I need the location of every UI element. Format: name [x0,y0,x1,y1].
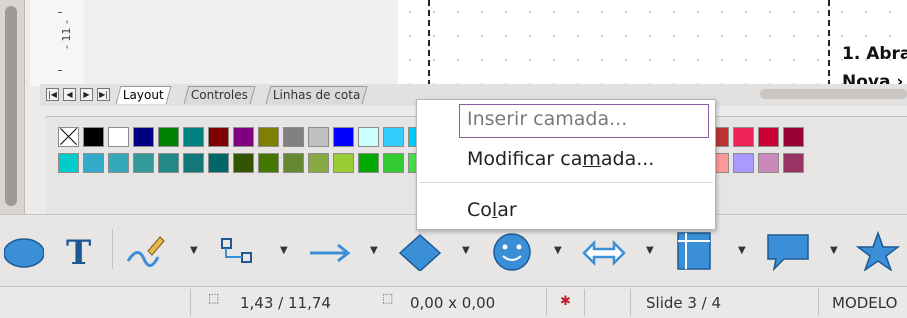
chevron-down-icon[interactable]: ▼ [462,245,470,256]
vertical-ruler: - 11 - [30,0,85,86]
color-swatch[interactable] [333,127,354,147]
guide-line [828,0,830,86]
tab-layout[interactable]: Layout [115,86,172,104]
diamond-icon[interactable] [396,231,444,271]
no-fill-swatch[interactable] [58,127,79,147]
chevron-down-icon[interactable]: ▼ [830,245,838,256]
status-separator [190,289,191,316]
color-swatch[interactable] [208,153,229,173]
tab-label: Layout [122,88,164,102]
double-arrow-icon[interactable] [580,231,628,271]
color-swatch[interactable] [283,153,304,173]
flowchart-icon[interactable] [672,231,720,271]
smiley-icon[interactable] [488,231,536,271]
chevron-down-icon[interactable]: ▼ [738,245,746,256]
tab-linhas-de-cota[interactable]: Linhas de cota [265,86,368,104]
toolbar-separator [112,229,113,269]
menu-separator [419,182,713,183]
text-tool-icon[interactable]: T [62,231,98,271]
tab-controles[interactable]: Controles [183,86,256,104]
color-swatch[interactable] [233,153,254,173]
chevron-down-icon[interactable]: ▼ [646,245,654,256]
color-swatch[interactable] [333,153,354,173]
status-separator [584,289,585,316]
color-swatch[interactable] [108,153,129,173]
scrollbar-thumb[interactable] [760,89,907,99]
color-swatch[interactable] [258,127,279,147]
status-bar: ⬚ 1,43 / 11,74 ⬚ 0,00 x 0,00 ✱ Slide 3 /… [0,286,907,318]
color-swatch[interactable] [308,153,329,173]
tab-label: Linhas de cota [272,88,361,102]
tab-label: Controles [190,88,248,102]
color-swatch[interactable] [308,127,329,147]
color-swatch[interactable] [83,153,104,173]
prev-tab-button[interactable]: ◀ [63,88,76,101]
curve-icon[interactable] [124,231,168,271]
color-swatch[interactable] [208,127,229,147]
color-swatch[interactable] [233,127,254,147]
status-position: 1,43 / 11,74 [240,294,331,312]
color-swatch[interactable] [733,127,754,147]
first-tab-button[interactable]: |◀ [46,88,59,101]
color-swatch[interactable] [383,127,404,147]
color-swatch[interactable] [758,127,779,147]
color-swatch[interactable] [383,153,404,173]
color-swatch[interactable] [283,127,304,147]
next-tab-button[interactable]: ▶ [80,88,93,101]
menu-item-modificar-camada[interactable]: Modificar camada... [467,148,654,170]
color-swatch[interactable] [183,127,204,147]
color-swatch[interactable] [258,153,279,173]
snap-grid [398,0,907,86]
color-swatch[interactable] [133,127,154,147]
status-master: MODELO [832,294,898,312]
context-menu: Inserir camada... Modificar camada... Co… [416,99,716,230]
chevron-down-icon[interactable]: ▼ [280,245,288,256]
color-swatch[interactable] [733,153,754,173]
color-swatch[interactable] [758,153,779,173]
star-icon[interactable] [856,231,904,271]
scrollbar-thumb[interactable] [5,6,17,206]
status-size: 0,00 x 0,00 [410,294,496,312]
status-separator [630,289,631,316]
ellipse-icon[interactable] [4,231,44,271]
last-tab-button[interactable]: ▶| [97,88,110,101]
chevron-down-icon[interactable]: ▼ [190,245,198,256]
status-separator [818,289,819,316]
document-modified-icon[interactable]: ✱ [560,294,571,309]
slide-text-line[interactable]: 1. Abra [842,44,907,64]
color-swatch[interactable] [783,153,804,173]
guide-line [428,0,430,86]
color-swatch[interactable] [108,127,129,147]
svg-text:T: T [66,233,91,271]
connector-icon[interactable] [216,231,260,271]
color-swatch[interactable] [358,127,379,147]
color-swatch[interactable] [58,153,79,173]
menu-item-inserir-camada[interactable]: Inserir camada... [467,108,627,130]
color-swatch[interactable] [83,127,104,147]
outer-vertical-scrollbar[interactable] [0,0,25,214]
color-swatch[interactable] [158,127,179,147]
color-swatch[interactable] [783,127,804,147]
ruler-tick [58,70,62,71]
chevron-down-icon[interactable]: ▼ [370,245,378,256]
arrow-line-icon[interactable] [306,231,354,271]
position-icon: ⬚ [208,291,220,305]
color-swatch[interactable] [183,153,204,173]
color-swatch[interactable] [358,153,379,173]
color-swatch[interactable] [133,153,154,173]
menu-item-colar[interactable]: Colar [467,199,517,221]
callout-icon[interactable] [764,231,812,271]
size-icon: ⬚ [382,291,394,305]
ruler-tick [58,12,62,13]
color-swatch[interactable] [158,153,179,173]
chevron-down-icon[interactable]: ▼ [554,245,562,256]
ruler-number: - 11 - [59,20,73,49]
status-slide: Slide 3 / 4 [646,294,722,312]
status-separator [546,289,547,316]
